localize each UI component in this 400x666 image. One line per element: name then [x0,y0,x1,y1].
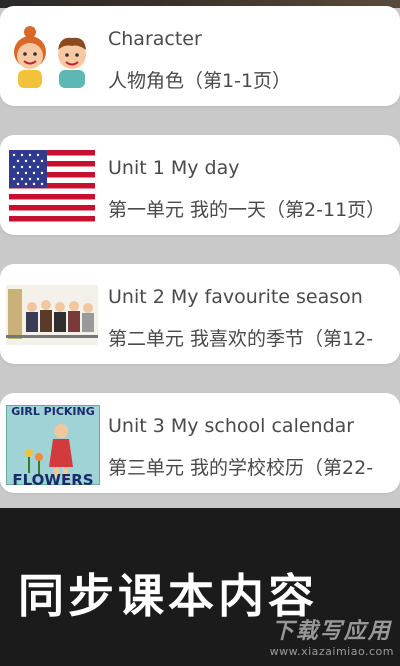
us-flag-icon [6,147,98,225]
unit-title: Unit 3 My school calendar [108,415,355,437]
people-queue-icon [6,276,98,354]
list-item-unit-3[interactable]: GIRL PICKING FLOWERS Unit 3 My school ca… [0,393,400,493]
unit-title: Character [108,28,202,50]
unit-subtitle: 第一单元 我的一天（第2-11页） [108,199,386,221]
list-item-character[interactable]: Character 人物角色（第1-1页） [0,6,400,106]
unit-title: Unit 2 My favourite season [108,286,363,308]
unit-subtitle: 第三单元 我的学校校历（第22- [108,457,374,479]
thumb-text-bottom: FLOWERS [12,471,93,489]
unit-title: Unit 1 My day [108,157,240,179]
watermark-url: www.xiazaimiao.com [269,645,394,658]
girl-picking-flowers-icon: GIRL PICKING FLOWERS [6,405,100,489]
characters-icon [6,18,98,96]
unit-list: Character 人物角色（第1-1页） Unit 1 My day 第一单元… [0,0,400,508]
unit-subtitle: 第二单元 我喜欢的季节（第12- [108,328,374,350]
promo-banner: 同步课本内容 下载写应用 www.xiazaimiao.com [0,508,400,666]
thumb-text-top: GIRL PICKING [11,405,95,418]
list-item-unit-2[interactable]: Unit 2 My favourite season 第二单元 我喜欢的季节（第… [0,264,400,364]
watermark: 下载写应用 www.xiazaimiao.com [270,613,394,658]
unit-subtitle: 人物角色（第1-1页） [108,70,292,92]
watermark-main: 下载写应用 [271,619,392,644]
list-item-unit-1[interactable]: Unit 1 My day 第一单元 我的一天（第2-11页） [0,135,400,235]
